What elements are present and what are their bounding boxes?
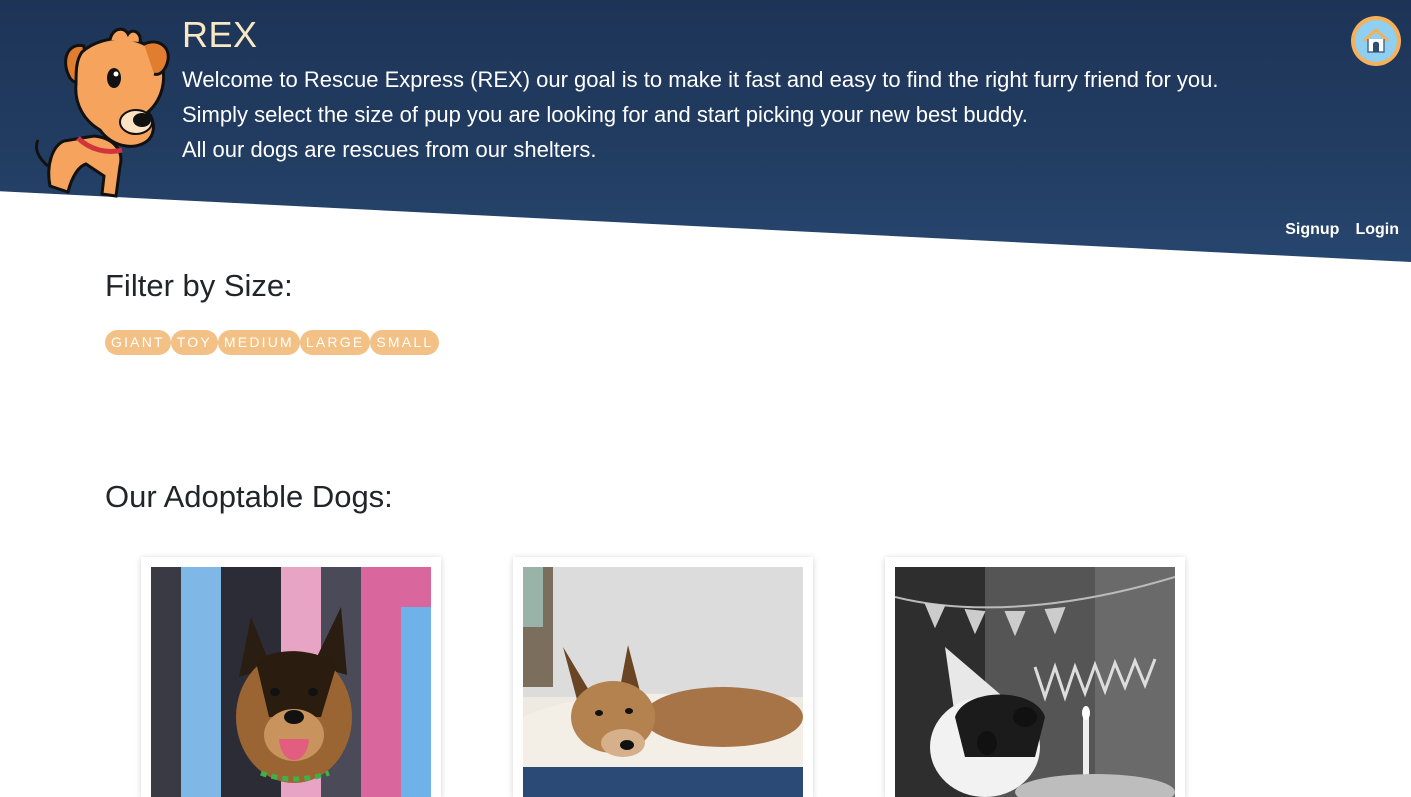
filter-medium-button[interactable]: MEDIUM bbox=[217, 330, 300, 355]
dog-card[interactable] bbox=[141, 557, 441, 797]
dog-card[interactable] bbox=[885, 557, 1185, 797]
filter-large-button[interactable]: LARGE bbox=[299, 330, 371, 355]
filter-heading: Filter by Size: bbox=[105, 268, 293, 303]
filter-giant-button[interactable]: GIANT bbox=[105, 330, 171, 355]
intro-line-2: Simply select the size of pup you are lo… bbox=[182, 102, 1028, 127]
dog-photo bbox=[151, 567, 431, 797]
dog-photo bbox=[895, 567, 1175, 797]
dog-photo bbox=[523, 567, 803, 797]
dogs-heading: Our Adoptable Dogs: bbox=[105, 479, 393, 514]
dog-logo bbox=[24, 26, 174, 198]
size-filter-group: GIANT TOY MEDIUM LARGE SMALL bbox=[105, 330, 440, 355]
filter-small-button[interactable]: SMALL bbox=[370, 330, 440, 355]
intro-text: Welcome to Rescue Express (REX) our goal… bbox=[182, 62, 1219, 167]
brand-title: REX bbox=[182, 14, 258, 55]
home-icon bbox=[1355, 20, 1397, 62]
intro-line-3: All our dogs are rescues from our shelte… bbox=[182, 137, 597, 162]
filter-toy-button[interactable]: TOY bbox=[170, 330, 218, 355]
signup-link[interactable]: Signup bbox=[1285, 221, 1339, 239]
login-link[interactable]: Login bbox=[1355, 221, 1399, 239]
intro-line-1: Welcome to Rescue Express (REX) our goal… bbox=[182, 67, 1219, 92]
auth-nav: Signup Login bbox=[1285, 221, 1399, 239]
dog-card[interactable] bbox=[513, 557, 813, 797]
home-button[interactable] bbox=[1351, 16, 1401, 66]
